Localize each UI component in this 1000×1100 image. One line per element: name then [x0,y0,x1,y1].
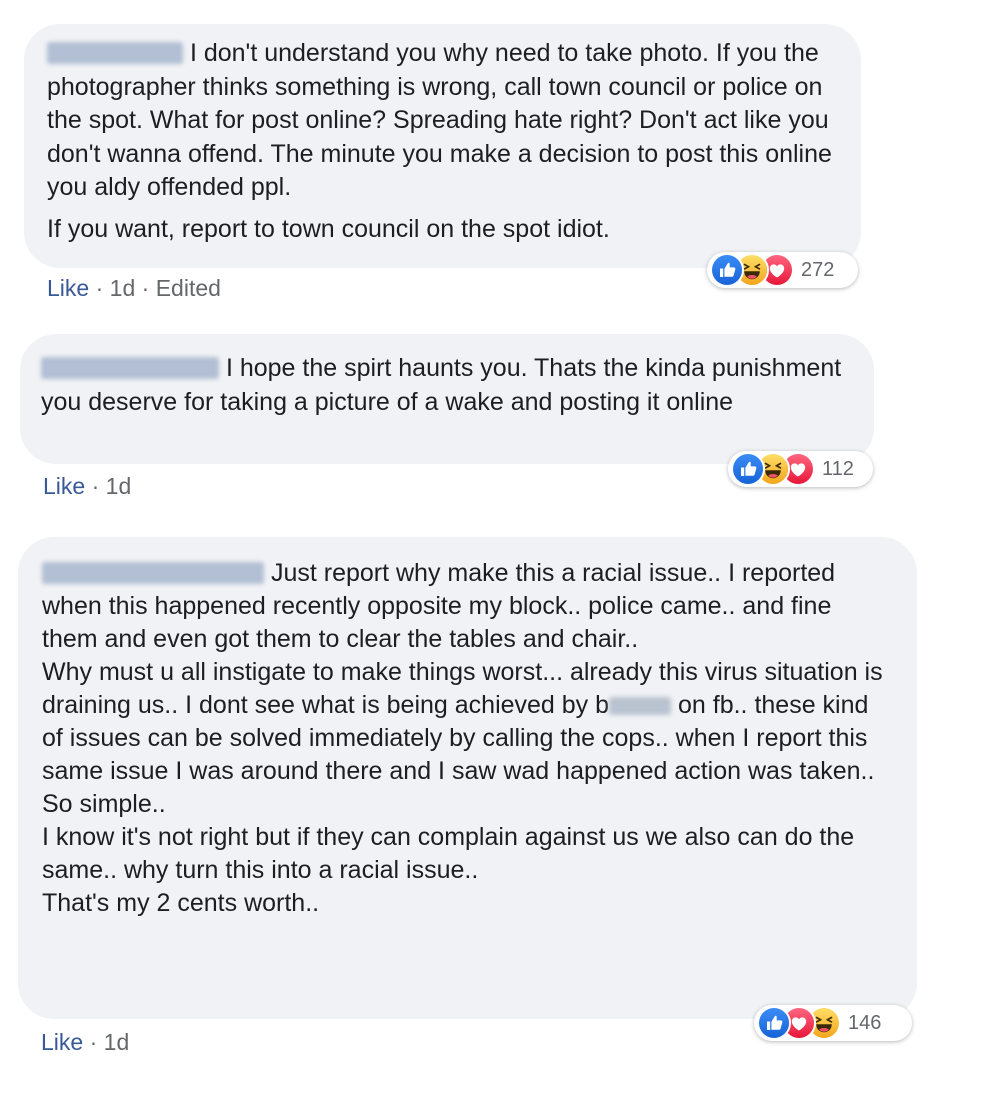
reaction-count: 112 [822,457,854,480]
comment-line: So simple.. [42,790,166,818]
reaction-summary-1[interactable]: 272 [707,252,858,288]
comment-line: That's my 2 cents worth.. [42,889,320,917]
like-icon [710,253,744,287]
reaction-summary-2[interactable]: 112 [728,451,873,487]
comment-timestamp[interactable]: 1d [104,1029,130,1055]
comment-text-1: I don't understand you why need to take … [47,37,839,205]
like-link[interactable]: Like [41,1029,83,1055]
comment-bubble-3: Just report why make this a racial issue… [18,537,917,1019]
commenter-name-blurred[interactable] [41,357,219,379]
like-icon [731,452,765,486]
commenter-name-blurred[interactable] [47,42,183,64]
like-link[interactable]: Like [47,275,89,301]
like-icon [757,1006,791,1040]
comment-bubble-2: I hope the spirt haunts you. Thats the k… [20,334,874,464]
comment-line: I know it's not right but if they can co… [42,823,855,884]
censored-word-blurred [609,697,672,715]
reaction-summary-3[interactable]: 146 [754,1005,912,1041]
like-link[interactable]: Like [43,473,85,499]
comment-actions-1: Like · 1d · Edited [47,275,221,301]
reaction-count: 272 [801,258,835,281]
reaction-count: 146 [848,1011,882,1034]
comment-actions-3: Like · 1d [41,1029,130,1055]
comment-timestamp[interactable]: 1d [110,275,136,301]
commenter-name-blurred[interactable] [42,562,264,584]
comment-text-2: I hope the spirt haunts you. Thats the k… [41,352,852,419]
comment-line: Why must u all instigate to make things … [42,658,883,785]
comment-bubble-1: I don't understand you why need to take … [24,24,861,268]
comment-text-3: Just report why make this a racial issue… [42,557,893,656]
comment-paragraph: If you want, report to town council on t… [47,214,610,243]
comment-actions-2: Like · 1d [43,473,132,499]
edited-label[interactable]: Edited [156,275,221,301]
comment-timestamp[interactable]: 1d [106,473,132,499]
